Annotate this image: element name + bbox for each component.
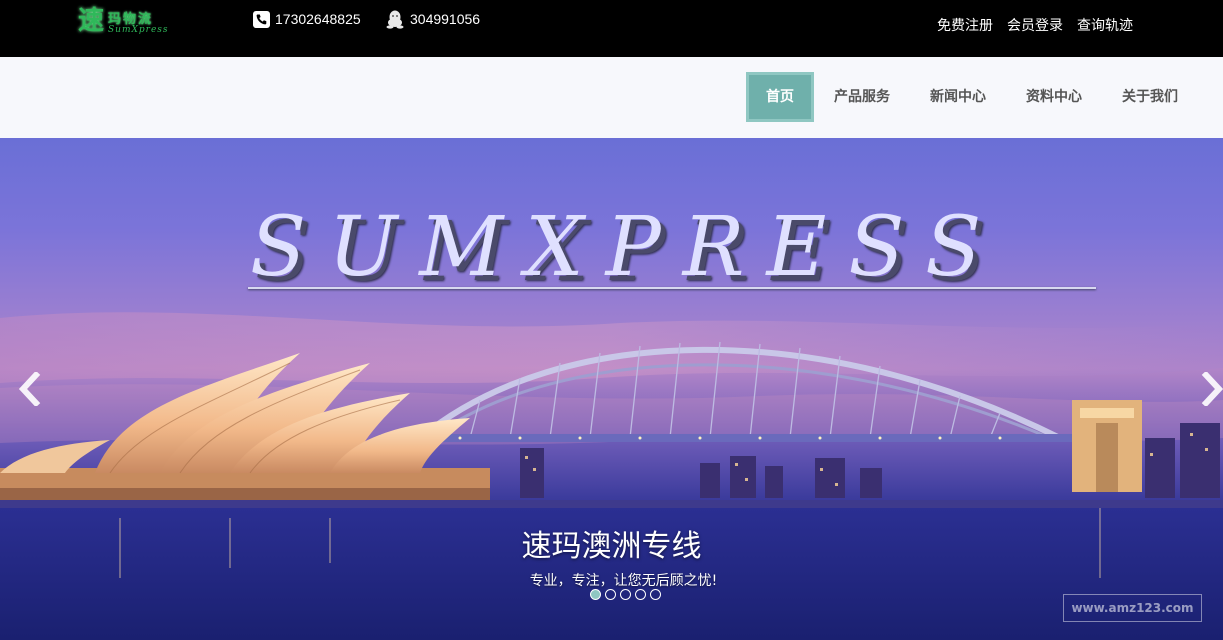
hero-brand-text: SUMXPRESS <box>250 200 1004 295</box>
main-nav: 首页 产品服务 新闻中心 资料中心 关于我们 <box>746 72 1198 122</box>
carousel-dot[interactable] <box>635 589 646 600</box>
login-link[interactable]: 会员登录 <box>1007 15 1063 35</box>
hero-brand-underline <box>248 287 1096 289</box>
phone-number: 17302648825 <box>275 11 361 27</box>
nav-item-news[interactable]: 新闻中心 <box>910 72 1006 122</box>
chevron-left-icon <box>18 370 41 408</box>
track-link[interactable]: 查询轨迹 <box>1077 15 1133 35</box>
qq-number: 304991056 <box>410 11 481 27</box>
nav-item-products[interactable]: 产品服务 <box>814 72 910 122</box>
carousel-indicators <box>590 589 661 600</box>
nav-item-home[interactable]: 首页 <box>746 72 814 122</box>
qq-contact: 304991056 <box>385 9 480 29</box>
logo-main-char: 速 <box>78 6 105 36</box>
register-link[interactable]: 免费注册 <box>937 15 993 35</box>
account-links: 免费注册 会员登录 查询轨迹 <box>937 15 1133 35</box>
top-bar: 速 玛物流 SumXpress 17302648825 304991056 免费… <box>0 0 1223 57</box>
chevron-right-icon <box>1201 370 1223 408</box>
carousel-dot[interactable] <box>620 589 631 600</box>
hero-carousel: SUMXPRESS 速玛澳洲专线 专业，专注，让您无后顾之忧! www.amz1… <box>0 138 1223 640</box>
carousel-next-button[interactable] <box>1198 370 1223 408</box>
watermark: www.amz123.com <box>1063 594 1202 622</box>
slide-subtitle: 专业，专注，让您无后顾之忧! <box>529 573 718 589</box>
phone-icon <box>253 10 270 28</box>
logo-latin: SumXpress <box>108 25 169 35</box>
logo[interactable]: 速 玛物流 SumXpress <box>78 6 174 38</box>
phone-contact: 17302648825 <box>253 9 361 29</box>
carousel-prev-button[interactable] <box>16 370 46 408</box>
carousel-dot[interactable] <box>605 589 616 600</box>
nav-item-about[interactable]: 关于我们 <box>1102 72 1198 122</box>
slide-title: 速玛澳洲专线 <box>521 529 702 564</box>
main-navbar: 首页 产品服务 新闻中心 资料中心 关于我们 <box>0 57 1223 138</box>
qq-penguin-icon <box>386 10 404 29</box>
carousel-dot[interactable] <box>650 589 661 600</box>
nav-item-resources[interactable]: 资料中心 <box>1006 72 1102 122</box>
carousel-dot[interactable] <box>590 589 601 600</box>
